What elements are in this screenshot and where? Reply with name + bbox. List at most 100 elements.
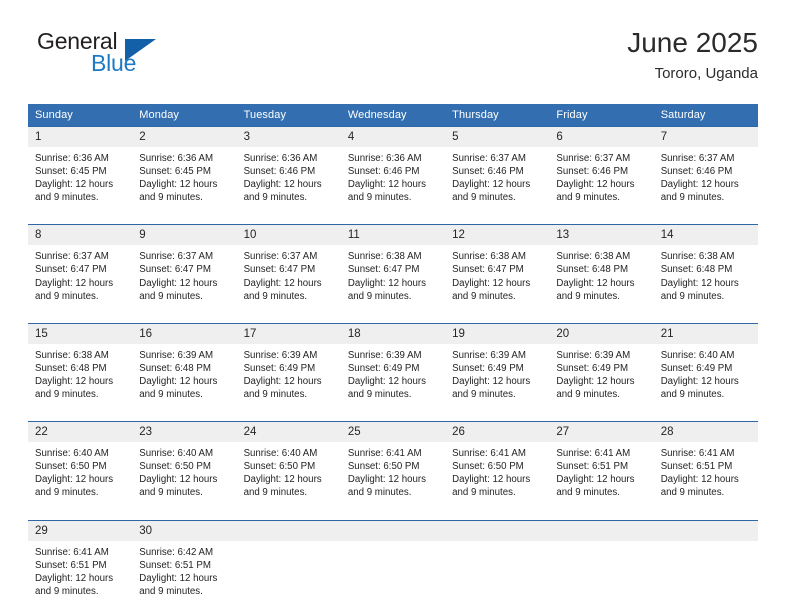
day-number: 26: [445, 422, 550, 443]
calendar-day-cell[interactable]: 29 Sunrise: 6:41 AM Sunset: 6:51 PM Dayligh…: [28, 519, 133, 604]
day-details: Sunrise: 6:38 AM Sunset: 6:47 PM Daylight:…: [445, 245, 549, 308]
daylight-text: Daylight: 12 hours and 9 minutes.: [139, 375, 218, 401]
daylight-text: Daylight: 12 hours and 9 minutes.: [35, 179, 114, 204]
daylight-text: Daylight: 12 hours and 9 minutes.: [35, 474, 114, 499]
daylight-text: Daylight: 12 hours and 9 minutes.: [556, 474, 635, 499]
calendar-day-cell[interactable]: 18 Sunrise: 6:39 AM Sunset: 6:49 PM Dayligh…: [340, 322, 446, 408]
day-number: 3: [236, 127, 341, 147]
sunrise-text: Sunrise: 6:41 AM: [347, 448, 422, 460]
daylight-text: Daylight: 12 hours and 9 minutes.: [35, 572, 114, 597]
calendar-day-cell[interactable]: 8 Sunrise: 6:37 AM Sunset: 6:47 PM Daylight…: [28, 224, 133, 309]
calendar-day-cell[interactable]: 28 Sunrise: 6:41 AM Sunset: 6:51 PM Dayligh…: [653, 421, 758, 506]
sunset-text: Sunset: 6:47 PM: [139, 264, 211, 276]
sunrise-text: Sunrise: 6:39 AM: [139, 349, 214, 361]
calendar-day-cell[interactable]: 7 Sunrise: 6:37 AM Sunset: 6:46 PM Daylight…: [653, 126, 758, 211]
sunrise-text: Sunrise: 6:41 AM: [556, 448, 631, 460]
daylight-text: Daylight: 12 hours and 9 minutes.: [243, 375, 322, 401]
sunrise-text: Sunrise: 6:36 AM: [35, 153, 109, 164]
page-title: June 2025: [627, 27, 758, 58]
day-number: 15: [28, 323, 133, 344]
calendar-day-cell[interactable]: 19 Sunrise: 6:39 AM Sunset: 6:49 PM Dayligh…: [445, 322, 550, 408]
day-details: Sunrise: 6:37 AM Sunset: 6:46 PM Daylight:…: [654, 147, 758, 210]
day-number: 29: [28, 520, 133, 541]
sunset-text: Sunset: 6:51 PM: [660, 461, 733, 473]
calendar-day-cell[interactable]: 20 Sunrise: 6:39 AM Sunset: 6:49 PM Dayligh…: [549, 322, 654, 408]
calendar-day-cell[interactable]: 22 Sunrise: 6:40 AM Sunset: 6:50 PM Dayligh…: [28, 421, 133, 506]
calendar-day-cell[interactable]: 9 Sunrise: 6:37 AM Sunset: 6:47 PM Daylight…: [132, 224, 237, 309]
sunset-text: Sunset: 6:50 PM: [139, 461, 211, 473]
day-number: 10: [236, 225, 341, 246]
sunrise-text: Sunrise: 6:42 AM: [139, 546, 214, 558]
calendar-day-cell[interactable]: 3 Sunrise: 6:36 AM Sunset: 6:46 PM Daylight…: [236, 126, 341, 211]
calendar-day-cell[interactable]: 13 Sunrise: 6:38 AM Sunset: 6:48 PM Dayligh…: [549, 224, 654, 309]
weekday-header-saturday: Saturday: [653, 104, 758, 127]
daylight-text: Daylight: 12 hours and 9 minutes.: [556, 277, 635, 302]
day-details: Sunrise: 6:39 AM Sunset: 6:49 PM Daylight:…: [445, 344, 549, 407]
day-details: Sunrise: 6:42 AM Sunset: 6:51 PM Daylight:…: [132, 541, 236, 604]
page-header: General Blue June 2025 Tororo, Uganda: [28, 26, 758, 96]
day-details: Sunrise: 6:38 AM Sunset: 6:48 PM Daylight:…: [654, 245, 758, 308]
calendar-day-cell[interactable]: 27 Sunrise: 6:41 AM Sunset: 6:51 PM Dayligh…: [549, 421, 654, 506]
day-number: 1: [28, 127, 133, 147]
week-spacer: [28, 407, 758, 422]
day-number: 12: [445, 225, 550, 246]
day-number: 30: [132, 520, 237, 541]
sunset-text: Sunset: 6:50 PM: [243, 461, 316, 473]
calendar-day-cell[interactable]: 11 Sunrise: 6:38 AM Sunset: 6:47 PM Dayligh…: [340, 224, 446, 309]
day-number: 23: [132, 422, 237, 443]
calendar-day-cell[interactable]: 6 Sunrise: 6:37 AM Sunset: 6:46 PM Daylight…: [549, 126, 654, 211]
calendar-week-row: 29 Sunrise: 6:41 AM Sunset: 6:51 PM Dayligh…: [28, 519, 758, 604]
sunset-text: Sunset: 6:49 PM: [243, 362, 316, 374]
calendar-day-cell[interactable]: 23 Sunrise: 6:40 AM Sunset: 6:50 PM Dayligh…: [132, 421, 237, 506]
day-details: Sunrise: 6:40 AM Sunset: 6:49 PM Daylight:…: [654, 344, 758, 407]
weekday-header-wednesday: Wednesday: [340, 104, 446, 127]
day-number: [340, 520, 446, 541]
daylight-text: Daylight: 12 hours and 9 minutes.: [347, 179, 426, 204]
sunset-text: Sunset: 6:49 PM: [452, 362, 524, 374]
day-number: 25: [340, 422, 446, 443]
calendar-day-cell[interactable]: 21 Sunrise: 6:40 AM Sunset: 6:49 PM Dayligh…: [653, 322, 758, 408]
calendar-day-cell[interactable]: 2 Sunrise: 6:36 AM Sunset: 6:45 PM Daylight…: [132, 126, 237, 211]
day-details: Sunrise: 6:41 AM Sunset: 6:50 PM Daylight:…: [445, 442, 549, 505]
day-number: 8: [28, 225, 133, 246]
day-details: Sunrise: 6:41 AM Sunset: 6:50 PM Daylight:…: [341, 442, 445, 505]
brand-logo[interactable]: General Blue: [28, 26, 248, 88]
calendar-day-cell[interactable]: 12 Sunrise: 6:38 AM Sunset: 6:47 PM Dayligh…: [445, 224, 550, 309]
sunrise-text: Sunrise: 6:41 AM: [660, 448, 735, 460]
day-details: [341, 541, 445, 552]
sunset-text: Sunset: 6:46 PM: [347, 166, 420, 178]
calendar-day-cell[interactable]: 4 Sunrise: 6:36 AM Sunset: 6:46 PM Daylight…: [340, 126, 446, 211]
daylight-text: Daylight: 12 hours and 9 minutes.: [452, 277, 531, 302]
calendar-day-cell-empty: [236, 519, 341, 604]
calendar-day-cell[interactable]: 30 Sunrise: 6:42 AM Sunset: 6:51 PM Dayligh…: [132, 519, 237, 604]
day-details: Sunrise: 6:37 AM Sunset: 6:46 PM Daylight:…: [549, 147, 653, 210]
calendar-day-cell[interactable]: 25 Sunrise: 6:41 AM Sunset: 6:50 PM Dayligh…: [340, 421, 446, 506]
day-number: 21: [653, 323, 758, 344]
sunrise-text: Sunrise: 6:37 AM: [243, 251, 318, 263]
day-number: 9: [132, 225, 237, 246]
day-number: 2: [132, 127, 237, 147]
calendar-day-cell[interactable]: 14 Sunrise: 6:38 AM Sunset: 6:48 PM Dayligh…: [653, 224, 758, 309]
calendar-day-cell[interactable]: 1 Sunrise: 6:36 AM Sunset: 6:45 PM Daylight…: [28, 126, 133, 211]
calendar-day-cell[interactable]: 17 Sunrise: 6:39 AM Sunset: 6:49 PM Dayligh…: [236, 322, 341, 408]
sunset-text: Sunset: 6:49 PM: [347, 362, 420, 374]
daylight-text: Daylight: 12 hours and 9 minutes.: [243, 474, 322, 499]
sunset-text: Sunset: 6:49 PM: [660, 362, 733, 374]
sunset-text: Sunset: 6:51 PM: [35, 559, 107, 571]
calendar-day-cell[interactable]: 15 Sunrise: 6:38 AM Sunset: 6:48 PM Dayligh…: [28, 322, 133, 408]
day-number: 17: [236, 323, 341, 344]
sunset-text: Sunset: 6:48 PM: [139, 362, 211, 374]
calendar-day-cell[interactable]: 16 Sunrise: 6:39 AM Sunset: 6:48 PM Dayligh…: [132, 322, 237, 408]
calendar-day-cell[interactable]: 26 Sunrise: 6:41 AM Sunset: 6:50 PM Dayligh…: [445, 421, 550, 506]
sunset-text: Sunset: 6:47 PM: [347, 264, 420, 276]
sunset-text: Sunset: 6:47 PM: [35, 264, 107, 276]
day-number: [653, 520, 758, 541]
day-details: Sunrise: 6:41 AM Sunset: 6:51 PM Daylight:…: [654, 442, 758, 505]
sunrise-text: Sunrise: 6:39 AM: [347, 349, 422, 361]
daylight-text: Daylight: 12 hours and 9 minutes.: [35, 277, 114, 302]
calendar-day-cell[interactable]: 10 Sunrise: 6:37 AM Sunset: 6:47 PM Dayligh…: [236, 224, 341, 309]
calendar-day-cell[interactable]: 5 Sunrise: 6:37 AM Sunset: 6:46 PM Daylight…: [445, 126, 550, 211]
daylight-text: Daylight: 12 hours and 9 minutes.: [139, 277, 218, 302]
daylight-text: Daylight: 12 hours and 9 minutes.: [347, 375, 426, 401]
calendar-day-cell[interactable]: 24 Sunrise: 6:40 AM Sunset: 6:50 PM Dayligh…: [236, 421, 341, 506]
